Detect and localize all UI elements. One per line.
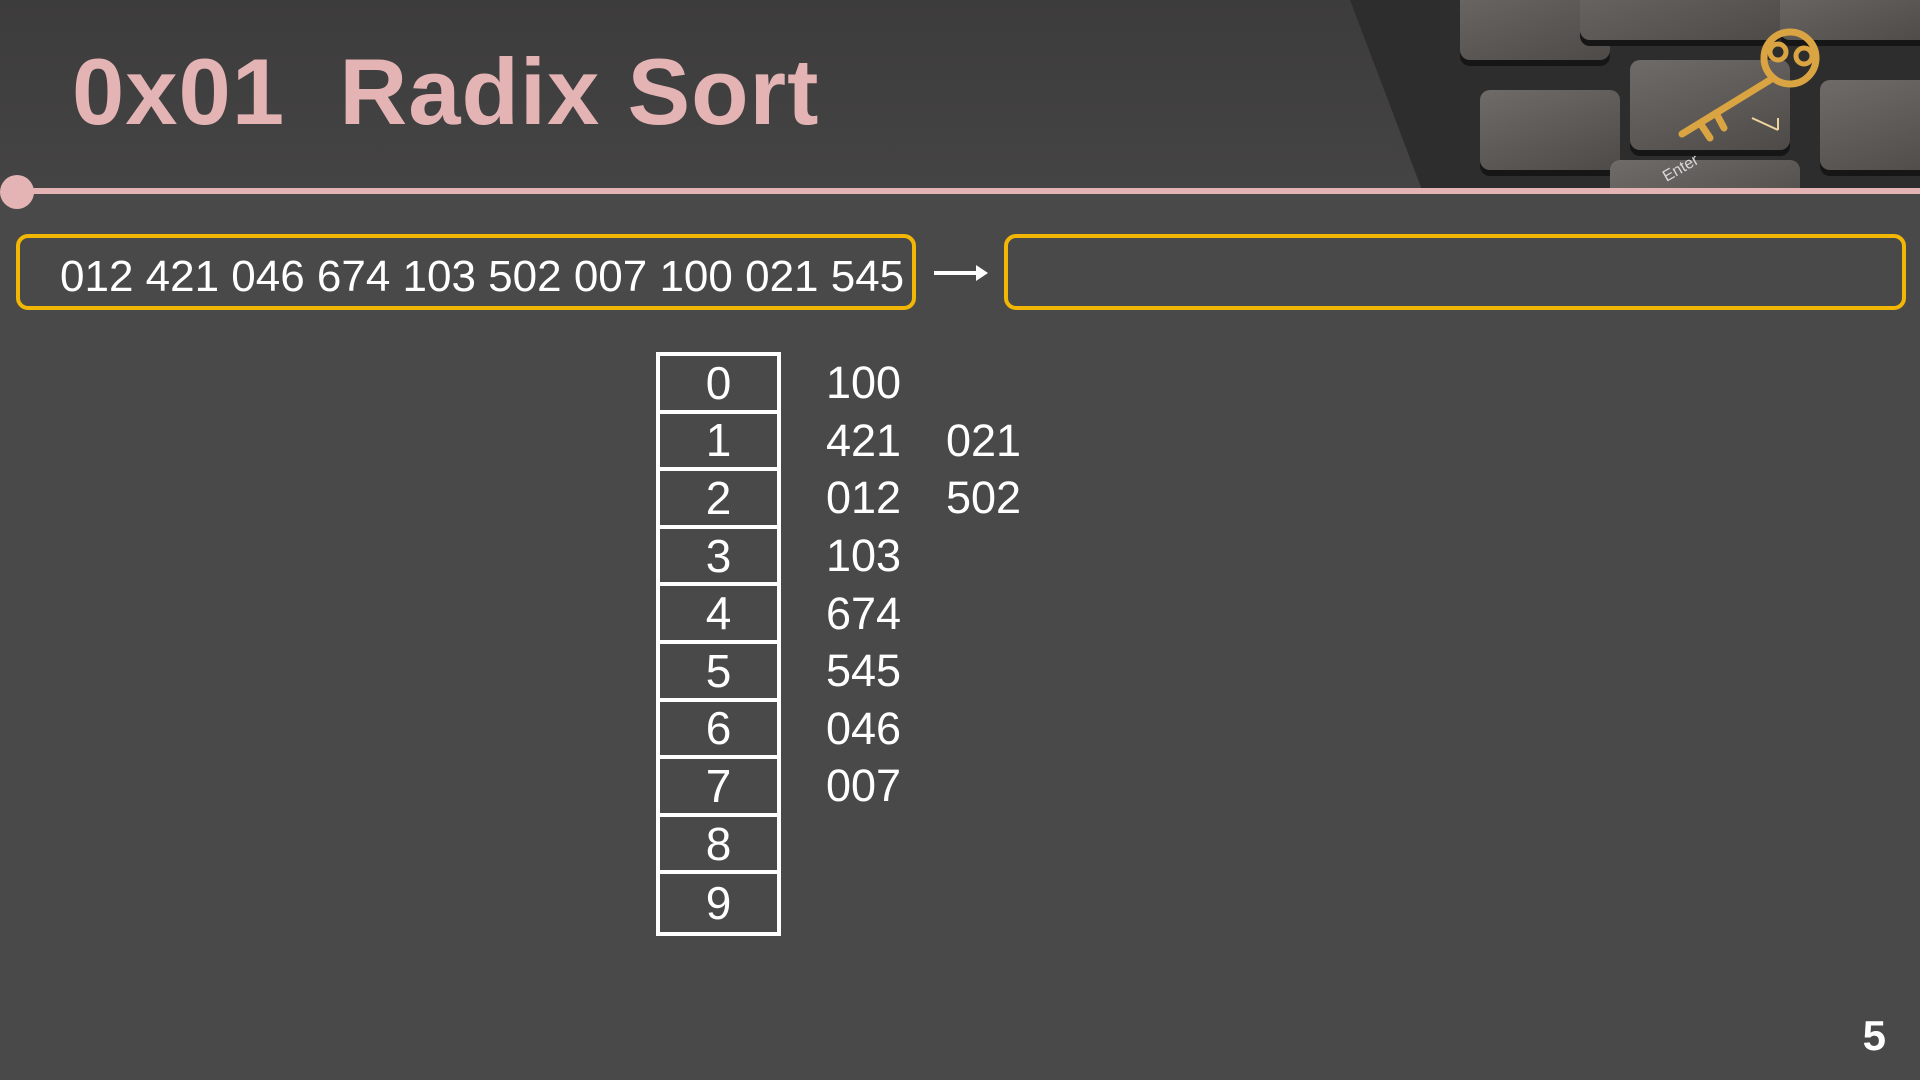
slide-title: 0x01 Radix Sort — [72, 39, 820, 144]
bucket-row: 007 — [826, 757, 1066, 815]
bucket-digit-cell: 2 — [660, 471, 777, 529]
title-divider-line — [16, 188, 1920, 194]
bucket-row: 100 — [826, 354, 1066, 412]
bucket-row: 421 021 — [826, 412, 1066, 470]
bucket-row: 012 502 — [826, 469, 1066, 527]
bucket-value: 421 — [826, 414, 902, 466]
bucket-value: 103 — [826, 530, 902, 582]
golden-key-icon — [1678, 28, 1820, 142]
bucket-value: 502 — [946, 472, 1022, 524]
bucket-value: 674 — [826, 587, 902, 639]
bucket-digit-cell: 7 — [660, 759, 777, 817]
input-sequence-text: 012 421 046 674 103 502 007 100 021 545 — [60, 252, 905, 301]
bucket-digit-cell: 4 — [660, 586, 777, 644]
bucket-value: 545 — [826, 645, 902, 697]
bucket-row: 674 — [826, 584, 1066, 642]
bucket-digit-cell: 5 — [660, 644, 777, 702]
right-arrow-icon — [934, 265, 988, 281]
bucket-value: 012 — [826, 472, 902, 524]
title-divider-dot — [0, 175, 34, 209]
bucket-digit-cell: 6 — [660, 702, 777, 760]
bucket-value: 100 — [826, 357, 902, 409]
digit-bucket-table: 0 1 2 3 4 5 6 7 8 9 — [656, 352, 781, 936]
bucket-row — [826, 872, 1066, 930]
bucket-values-list: 100 421 021 012 502 103 674 545 046 007 — [826, 354, 1066, 930]
bucket-value: 021 — [946, 414, 1022, 466]
bucket-value: 007 — [826, 760, 902, 812]
page-number: 5 — [1862, 1012, 1886, 1059]
bucket-digit-cell: 1 — [660, 414, 777, 472]
bucket-row: 545 — [826, 642, 1066, 700]
bucket-digit-cell: 0 — [660, 356, 777, 414]
bucket-row: 103 — [826, 527, 1066, 585]
input-sequence-box: 012 421 046 674 103 502 007 100 021 545 — [16, 234, 916, 310]
bucket-value: 046 — [826, 702, 902, 754]
bucket-digit-cell: 8 — [660, 817, 777, 875]
output-sequence-box — [1004, 234, 1906, 310]
bucket-row — [826, 815, 1066, 873]
bucket-digit-cell: 3 — [660, 529, 777, 587]
bucket-digit-cell: 9 — [705, 877, 732, 930]
bucket-row: 046 — [826, 700, 1066, 758]
